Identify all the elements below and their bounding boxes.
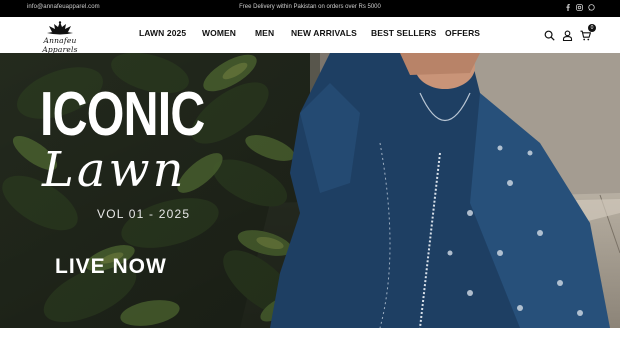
hero-volume: VOL 01 - 2025 (97, 207, 191, 221)
hero-script-title: Lawn (42, 142, 187, 198)
header-actions: 0 (544, 24, 596, 42)
cart-count-badge: 0 (588, 24, 596, 32)
facebook-icon[interactable] (564, 3, 571, 12)
nav-women[interactable]: WOMEN (202, 28, 236, 38)
nav-offers[interactable]: OFFERS (445, 28, 480, 38)
main-header: Annafeu Apparels LAWN 2025 WOMEN MEN NEW… (0, 17, 620, 54)
nav-best-sellers[interactable]: BEST SELLERS (371, 28, 436, 38)
social-links (564, 3, 595, 12)
hero-cta[interactable]: LIVE NOW (55, 255, 167, 279)
page-bottom-spacer (0, 328, 620, 343)
user-icon[interactable] (562, 28, 573, 42)
instagram-icon[interactable] (576, 3, 583, 12)
whatsapp-icon[interactable] (588, 3, 595, 12)
hero-banner[interactable]: ICONIC Lawn VOL 01 - 2025 LIVE NOW (0, 53, 620, 328)
nav-lawn-2025[interactable]: LAWN 2025 (139, 28, 186, 38)
hero-headline: ICONIC (40, 80, 205, 149)
hero-text-block: ICONIC Lawn VOL 01 - 2025 LIVE NOW (0, 53, 300, 328)
top-announcement-bar: info@annafeuapparel.com Free Delivery wi… (0, 0, 620, 17)
promo-text: Free Delivery within Pakistan on orders … (239, 4, 381, 10)
cart-icon[interactable]: 0 (580, 24, 596, 41)
nav-men[interactable]: MEN (255, 28, 274, 38)
search-icon[interactable] (544, 28, 555, 41)
nav-new-arrivals[interactable]: NEW ARRIVALS (291, 28, 357, 38)
main-nav: LAWN 2025 WOMEN MEN NEW ARRIVALS BEST SE… (0, 28, 620, 42)
